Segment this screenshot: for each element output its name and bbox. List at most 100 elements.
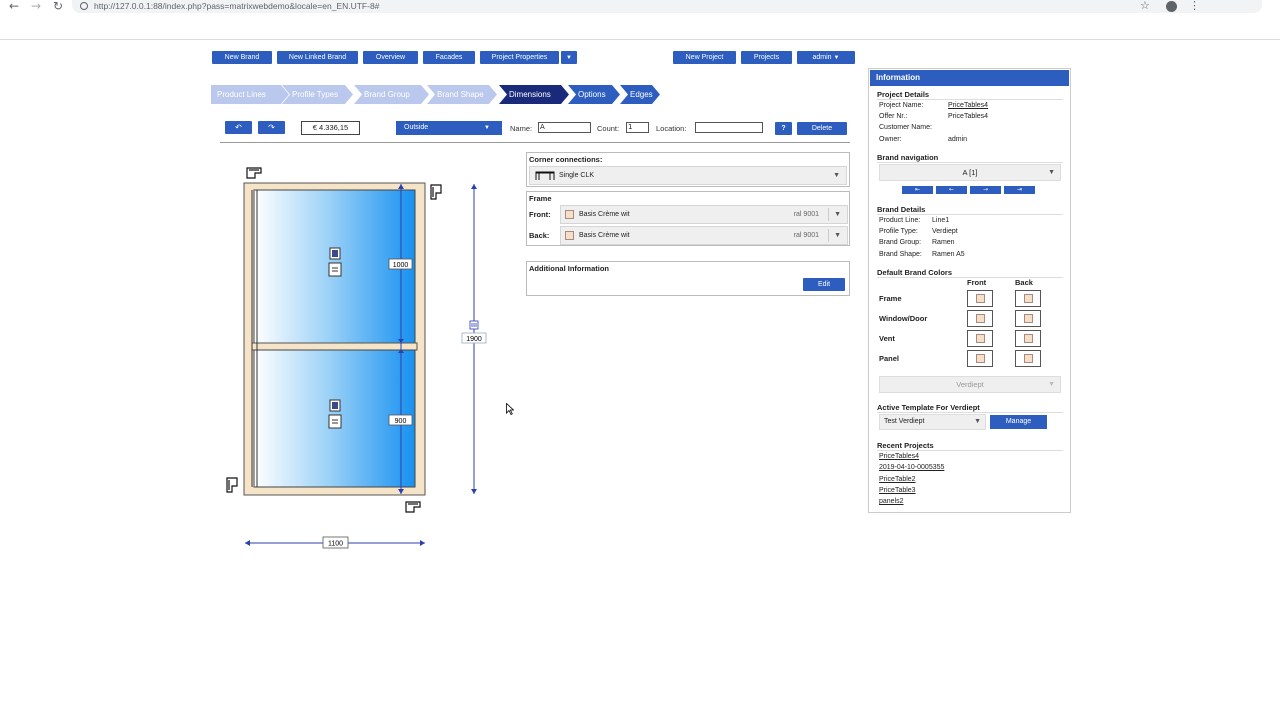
window-drawing[interactable]: 1000 900 1900 1100 xyxy=(222,160,512,560)
product-line-label: Product Line: xyxy=(879,217,921,224)
chevron-down-icon: ▼ xyxy=(834,211,841,218)
new-project-button[interactable]: New Project xyxy=(673,51,736,64)
new-linked-brand-button[interactable]: New Linked Brand xyxy=(277,51,358,64)
front-color-name: Basis Crème wit xyxy=(579,211,630,218)
corner-connector-icon[interactable] xyxy=(226,477,238,493)
step-dimensions[interactable]: Dimensions xyxy=(499,85,569,104)
default-colors-title: Default Brand Colors xyxy=(877,268,953,277)
name-input[interactable]: A xyxy=(538,122,591,133)
step-brand-shape[interactable]: Brand Shape xyxy=(427,85,497,104)
recent-project-link[interactable]: PriceTable2 xyxy=(879,476,916,483)
back-column-header: Back xyxy=(1015,278,1033,287)
panel-back-color[interactable] xyxy=(1015,350,1041,367)
count-input[interactable]: 1 xyxy=(626,122,649,133)
transom[interactable] xyxy=(251,342,418,351)
frame-panel: Frame Front: Basis Crème wit ral 9001 ▼ … xyxy=(526,191,850,246)
project-name-label: Project Name: xyxy=(879,102,924,109)
last-icon: ⇥ xyxy=(1016,186,1023,193)
panel-front-color[interactable] xyxy=(967,350,993,367)
projects-button[interactable]: Projects xyxy=(741,51,792,64)
recent-project-link[interactable]: 2019-04-10-0005355 xyxy=(879,464,944,471)
price-display: € 4.336,15 xyxy=(301,121,360,135)
brand-group-label: Brand Group: xyxy=(879,239,922,246)
window-door-back-color[interactable] xyxy=(1015,310,1041,327)
facades-button[interactable]: Facades xyxy=(423,51,475,64)
step-profile-types[interactable]: Profile Types xyxy=(282,85,353,104)
admin-menu-button[interactable]: admin ▼ xyxy=(797,51,855,64)
owner-value: admin xyxy=(948,136,968,143)
back-arrow-icon[interactable]: ← xyxy=(4,0,24,12)
step-brand-group[interactable]: Brand Group xyxy=(354,85,429,104)
count-label: Count: xyxy=(597,124,620,133)
view-side-select[interactable]: Outside ▼ xyxy=(396,121,502,135)
previous-icon: ← xyxy=(948,186,955,193)
corner-connection-select[interactable]: Single CLK ▼ xyxy=(529,166,847,185)
step-edges[interactable]: Edges xyxy=(620,85,660,104)
forward-arrow-icon[interactable]: → xyxy=(26,0,46,12)
project-name-link[interactable]: PriceTables4 xyxy=(948,102,988,109)
frame-back-color[interactable] xyxy=(1015,290,1041,307)
reload-icon[interactable]: ↻ xyxy=(48,0,68,12)
admin-label: admin xyxy=(812,54,832,61)
back-color-name: Basis Crème wit xyxy=(579,232,630,239)
template-select[interactable]: Test Verdiept ▼ xyxy=(879,414,986,430)
corner-connector-icon[interactable] xyxy=(430,184,442,200)
information-header: Information xyxy=(870,70,1069,86)
brand-details-title: Brand Details xyxy=(877,205,926,214)
recent-project-link[interactable]: PriceTables4 xyxy=(879,453,919,460)
project-properties-dropdown[interactable]: ▼ xyxy=(561,51,577,64)
back-color-select[interactable]: Basis Crème wit ral 9001 ▼ xyxy=(560,226,848,245)
recent-project-link[interactable]: panels2 xyxy=(879,498,904,505)
delete-button[interactable]: Delete xyxy=(797,122,847,135)
back-ral: ral 9001 xyxy=(793,232,819,239)
mouse-cursor-icon xyxy=(506,403,514,415)
recent-project-link[interactable]: PriceTable3 xyxy=(879,487,916,494)
browser-toolbar: ← → ↻ http://127.0.0.1:88/index.php?pass… xyxy=(0,0,1280,40)
vent-front-color[interactable] xyxy=(967,330,993,347)
address-bar[interactable]: http://127.0.0.1:88/index.php?pass=matri… xyxy=(72,0,1262,13)
vent-back-color[interactable] xyxy=(1015,330,1041,347)
manage-template-button[interactable]: Manage xyxy=(990,415,1047,429)
last-brand-button[interactable]: ⇥ xyxy=(1004,186,1035,194)
product-line-value: Line1 xyxy=(932,217,950,224)
step-product-lines[interactable]: Product Lines xyxy=(211,85,289,104)
step-options[interactable]: Options xyxy=(568,85,620,104)
dim-height-label: 1900 xyxy=(466,336,482,343)
front-color-select[interactable]: Basis Crème wit ral 9001 ▼ xyxy=(560,205,848,224)
bookmark-star-icon[interactable]: ☆ xyxy=(1140,0,1150,12)
corner-connector-icon[interactable] xyxy=(405,501,421,513)
next-brand-button[interactable]: → xyxy=(970,186,1001,194)
account-icon[interactable] xyxy=(1166,1,1177,12)
project-properties-button[interactable]: Project Properties xyxy=(480,51,559,64)
browser-menu-icon[interactable]: ⋮ xyxy=(1189,0,1200,12)
site-info-icon[interactable] xyxy=(80,2,88,10)
undo-button[interactable]: ↶ xyxy=(225,121,252,134)
window-door-front-color[interactable] xyxy=(967,310,993,327)
chevron-down-icon: ▼ xyxy=(974,418,981,425)
corner-connector-icon[interactable] xyxy=(246,167,262,179)
brand-navigation-select[interactable]: A [1] ▼ xyxy=(879,164,1061,181)
first-icon: ⇤ xyxy=(914,186,921,193)
first-brand-button[interactable]: ⇤ xyxy=(902,186,933,194)
offer-value: PriceTables4 xyxy=(948,113,989,120)
previous-brand-button[interactable]: ← xyxy=(936,186,967,194)
profile-type-select[interactable]: Verdiept ▼ xyxy=(879,376,1061,393)
brand-shape-value: Ramen A5 xyxy=(932,251,965,258)
redo-button[interactable]: ↷ xyxy=(258,121,285,134)
front-column-header: Front xyxy=(967,278,987,287)
recent-projects-title: Recent Projects xyxy=(877,441,934,450)
new-brand-button[interactable]: New Brand xyxy=(212,51,272,64)
edit-button[interactable]: Edit xyxy=(803,278,845,291)
chevron-down-icon: ▼ xyxy=(834,232,841,239)
help-button[interactable]: ? xyxy=(775,122,792,135)
view-side-value: Outside xyxy=(404,124,429,131)
brand-navigation-title: Brand navigation xyxy=(877,153,939,162)
frame-front-color[interactable] xyxy=(967,290,993,307)
brand-shape-label: Brand Shape: xyxy=(879,251,922,258)
split-icon[interactable] xyxy=(469,320,479,330)
vent-color-label: Vent xyxy=(879,334,895,343)
chevron-down-icon: ▼ xyxy=(484,125,490,131)
location-input[interactable] xyxy=(695,122,763,133)
front-label: Front: xyxy=(529,210,551,219)
overview-button[interactable]: Overview xyxy=(363,51,418,64)
